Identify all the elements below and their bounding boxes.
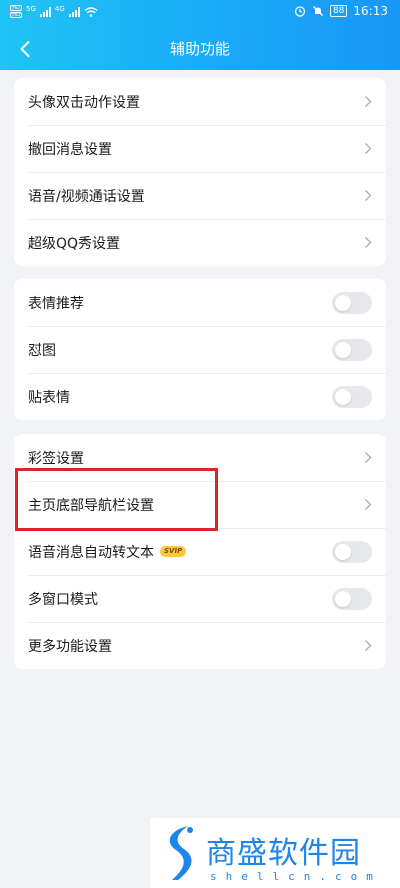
chevron-right-icon bbox=[365, 190, 372, 201]
setting-more-features[interactable]: 更多功能设置 bbox=[14, 622, 386, 669]
signal-bars-2-icon bbox=[68, 6, 80, 17]
wifi-icon bbox=[84, 6, 98, 17]
setting-home-bottom-nav[interactable]: 主页底部导航栏设置 bbox=[14, 481, 386, 528]
svip-badge: SVIP bbox=[160, 546, 187, 557]
setting-duitu: 怼图 bbox=[14, 326, 386, 373]
chevron-right-icon bbox=[365, 452, 372, 463]
setting-label: 贴表情 bbox=[28, 389, 70, 406]
settings-group-3: 彩签设置 主页底部导航栏设置 语音消息自动转文本 SVIP 多窗口模式 更多功能… bbox=[14, 434, 386, 669]
multi-window-toggle[interactable] bbox=[332, 588, 372, 610]
status-right: 88 16:13 bbox=[294, 4, 388, 18]
app-header: HD HD 5G 4G 88 16:13 辅助功能 bbox=[0, 0, 400, 70]
setting-label: 更多功能设置 bbox=[28, 638, 112, 655]
setting-label: 彩签设置 bbox=[28, 450, 84, 467]
setting-recall-message[interactable]: 撤回消息设置 bbox=[14, 125, 386, 172]
setting-voice-to-text: 语音消息自动转文本 SVIP bbox=[14, 528, 386, 575]
setting-label: 多窗口模式 bbox=[28, 591, 98, 608]
setting-label: 超级QQ秀设置 bbox=[28, 235, 121, 252]
setting-label: 语音/视频通话设置 bbox=[28, 188, 145, 205]
chevron-right-icon bbox=[365, 143, 372, 154]
setting-label: 主页底部导航栏设置 bbox=[28, 497, 154, 514]
signal-bars-icon bbox=[39, 6, 51, 17]
toggle-knob bbox=[335, 544, 351, 560]
chevron-right-icon bbox=[365, 237, 372, 248]
paste-sticker-toggle[interactable] bbox=[332, 386, 372, 408]
toggle-knob bbox=[335, 295, 351, 311]
duitu-toggle[interactable] bbox=[332, 339, 372, 361]
status-left: HD HD 5G 4G bbox=[10, 5, 98, 18]
watermark: 商盛软件园 shellcn.com bbox=[150, 818, 400, 888]
network-type-1: 5G bbox=[26, 5, 36, 13]
settings-group-1: 头像双击动作设置 撤回消息设置 语音/视频通话设置 超级QQ秀设置 bbox=[14, 78, 386, 266]
hd-badge-2: HD bbox=[10, 12, 22, 18]
setting-avatar-double-tap[interactable]: 头像双击动作设置 bbox=[14, 78, 386, 125]
setting-label: 头像双击动作设置 bbox=[28, 94, 140, 111]
setting-label: 怼图 bbox=[28, 342, 56, 359]
toggle-knob bbox=[335, 591, 351, 607]
toggle-knob bbox=[335, 342, 351, 358]
network-type-2: 4G bbox=[54, 5, 65, 13]
setting-sticker-recommend: 表情推荐 bbox=[14, 279, 386, 326]
setting-color-tag[interactable]: 彩签设置 bbox=[14, 434, 386, 481]
setting-multi-window: 多窗口模式 bbox=[14, 575, 386, 622]
status-bar: HD HD 5G 4G 88 16:13 bbox=[0, 0, 400, 28]
watermark-brand-cn: 商盛软件园 bbox=[206, 836, 361, 871]
chevron-right-icon bbox=[365, 96, 372, 107]
voice-to-text-toggle[interactable] bbox=[332, 541, 372, 563]
setting-voice-video-call[interactable]: 语音/视频通话设置 bbox=[14, 172, 386, 219]
nav-bar: 辅助功能 bbox=[0, 28, 400, 70]
setting-label: 表情推荐 bbox=[28, 295, 84, 312]
battery-icon: 88 bbox=[329, 5, 348, 17]
setting-label: 语音消息自动转文本 bbox=[28, 544, 154, 561]
chevron-right-icon bbox=[365, 640, 372, 651]
watermark-brand-en: shellcn.com bbox=[210, 870, 382, 883]
status-time: 16:13 bbox=[353, 4, 388, 18]
mute-icon bbox=[312, 6, 323, 16]
page-title: 辅助功能 bbox=[169, 40, 230, 58]
hd-badge-icon: HD HD bbox=[10, 5, 22, 18]
hd-badge-1: HD bbox=[10, 5, 22, 11]
setting-label: 撤回消息设置 bbox=[28, 141, 112, 158]
setting-paste-sticker: 贴表情 bbox=[14, 373, 386, 420]
toggle-knob bbox=[335, 389, 351, 405]
sticker-recommend-toggle[interactable] bbox=[332, 292, 372, 314]
chevron-right-icon bbox=[365, 499, 372, 510]
alarm-icon bbox=[294, 6, 306, 17]
brand-logo-icon bbox=[169, 826, 193, 880]
setting-super-qq-show[interactable]: 超级QQ秀设置 bbox=[14, 219, 386, 266]
settings-group-2: 表情推荐 怼图 贴表情 bbox=[14, 279, 386, 420]
